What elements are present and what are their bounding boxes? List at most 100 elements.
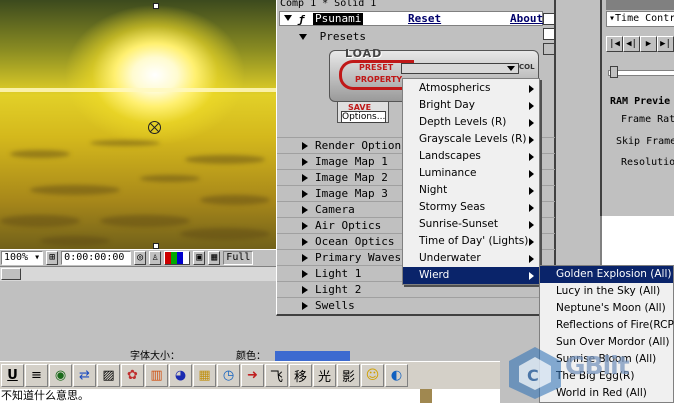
preset-dropdown[interactable] [401,63,519,74]
insert-media-icon[interactable]: ◐ [385,364,408,387]
ram-slider-thumb[interactable] [610,66,618,78]
expand-triangle-icon[interactable] [302,270,308,278]
preset-category-menu: Atmospherics Bright Day Depth Levels (R) Gr… [402,78,540,285]
snapshot-icon[interactable]: ◎ [134,251,147,265]
previous-frame-icon[interactable]: ◀| [623,36,640,52]
submenu-arrow-icon [529,187,534,195]
channel-icon[interactable] [164,251,191,265]
timecode-display[interactable]: 0:00:00:00 [61,251,132,265]
menu-item-label: Landscapes [419,150,481,162]
effect-move-button[interactable]: 移 [289,364,312,387]
submenu-arrow-icon [529,85,534,93]
next-frame-icon[interactable]: ▶| [657,36,674,52]
col-label: COL [519,63,535,71]
emoticon-icon[interactable]: ☺ [361,364,384,387]
submenu-arrow-icon [529,136,534,144]
menu-item[interactable]: Wierd [403,267,539,284]
expand-triangle-icon[interactable] [302,286,308,294]
effect-shadow-button[interactable]: 影 [337,364,360,387]
menu-item[interactable]: Underwater [403,250,539,267]
layer-handle-top[interactable] [153,3,159,9]
effect-fly-button[interactable]: 飞 [265,364,288,387]
zoom-dropdown[interactable]: 100% ▾ [1,251,44,265]
menu-item[interactable]: Sunrise-Sunset [403,216,539,233]
reset-link[interactable]: Reset [408,12,441,25]
about-link[interactable]: About [510,12,543,25]
viewer-background [0,281,276,349]
first-frame-icon[interactable]: |◀ [606,36,623,52]
expand-triangle-icon[interactable] [302,158,308,166]
flash-icon[interactable]: ▥ [145,364,168,387]
show-snapshot-icon[interactable]: ♙ [149,251,162,265]
insert-image-icon[interactable]: ▨ [97,364,120,387]
expand-triangle-icon[interactable] [302,254,308,262]
resolution-dropdown[interactable]: Full [223,251,254,265]
align-center-icon[interactable]: ≡ [25,364,48,387]
menu-item[interactable]: Night [403,182,539,199]
menu-item[interactable]: Depth Levels (R) [403,114,539,131]
expand-triangle-icon[interactable] [302,190,308,198]
expand-triangle-icon[interactable] [302,174,308,182]
color-dropdown[interactable] [275,351,350,361]
underline-icon[interactable]: U [1,364,24,387]
menu-item-label: Luminance [419,167,477,179]
clock-icon[interactable]: ◷ [217,364,240,387]
transparency-icon[interactable]: ▦ [208,251,221,265]
editor-scroll-handle[interactable] [420,389,432,403]
submenu-arrow-icon [529,153,534,161]
anchor-point-crosshair[interactable] [148,121,161,134]
menu-item[interactable]: Landscapes [403,148,539,165]
menu-item[interactable]: Neptune's Moon (All) [540,300,673,317]
presets-triangle-icon[interactable] [299,34,307,40]
menu-item[interactable]: Time of Day' (Lights) [403,233,539,250]
submenu-arrow-icon [529,170,534,178]
options-button[interactable]: Options... [341,111,386,123]
export-icon[interactable]: ➜ [241,364,264,387]
menu-item[interactable]: Luminance [403,165,539,182]
effect-controls-tab[interactable]: Comp 1 * Solid 1 [280,0,550,10]
menu-item[interactable]: Grayscale Levels (R) [403,131,539,148]
presets-group[interactable]: Presets [299,30,366,43]
grid-icon[interactable]: ⊞ [46,251,59,265]
menu-item[interactable]: Golden Explosion (All) [540,266,673,283]
panel-menu-icon[interactable] [543,13,555,25]
effect-name[interactable]: Psunami [313,13,364,25]
effect-light-button[interactable]: 光 [313,364,336,387]
expand-triangle-icon[interactable] [302,206,308,214]
play-icon[interactable]: ▶ [640,36,657,52]
panel-close-icon[interactable] [543,28,555,40]
effect-property-label: Render Options [315,139,408,152]
scrollbar-thumb[interactable] [1,268,21,280]
effect-property-label: Image Map 3 [315,187,388,200]
media-icon[interactable]: ✿ [121,364,144,387]
viewer-horizontal-scrollbar[interactable] [0,266,276,281]
menu-item[interactable]: Atmospherics [403,80,539,97]
effect-property-row[interactable]: Swells [277,297,555,313]
menu-item[interactable]: Bright Day [403,97,539,114]
right-lower-area [600,216,674,266]
time-controls-tab[interactable]: ▾Time Controls [606,11,674,27]
fx-toggle-icon[interactable]: ƒ [298,13,305,26]
table-icon[interactable]: ▦ [193,364,216,387]
eye-icon[interactable]: ◕ [169,364,192,387]
zoom-value: 100% [4,252,29,263]
time-controls-panel: ▾Time Controls |◀ ◀| ▶ ▶| RAM Previe Fra… [600,0,674,216]
submenu-arrow-icon [529,255,534,263]
region-icon[interactable]: ▣ [193,251,206,265]
menu-item[interactable]: Lucy in the Sky (All) [540,283,673,300]
collapse-triangle-icon[interactable] [284,15,292,21]
insert-web-icon[interactable]: ◉ [49,364,72,387]
watermark-text: GBlit [565,351,630,380]
composition-viewer[interactable] [0,0,276,250]
menu-item-label: Neptune's Moon (All) [556,302,666,314]
menu-item[interactable]: Reflections of Fire(RCP) [540,317,674,334]
menu-item-label: Grayscale Levels (R) [419,133,527,145]
panel-resize-icon[interactable] [543,43,555,55]
menu-item-label: Lucy in the Sky (All) [556,285,661,297]
refresh-icon[interactable]: ⇄ [73,364,96,387]
menu-item[interactable]: Stormy Seas [403,199,539,216]
expand-triangle-icon[interactable] [302,238,308,246]
expand-triangle-icon[interactable] [302,222,308,230]
expand-triangle-icon[interactable] [302,142,308,150]
expand-triangle-icon[interactable] [302,302,308,310]
